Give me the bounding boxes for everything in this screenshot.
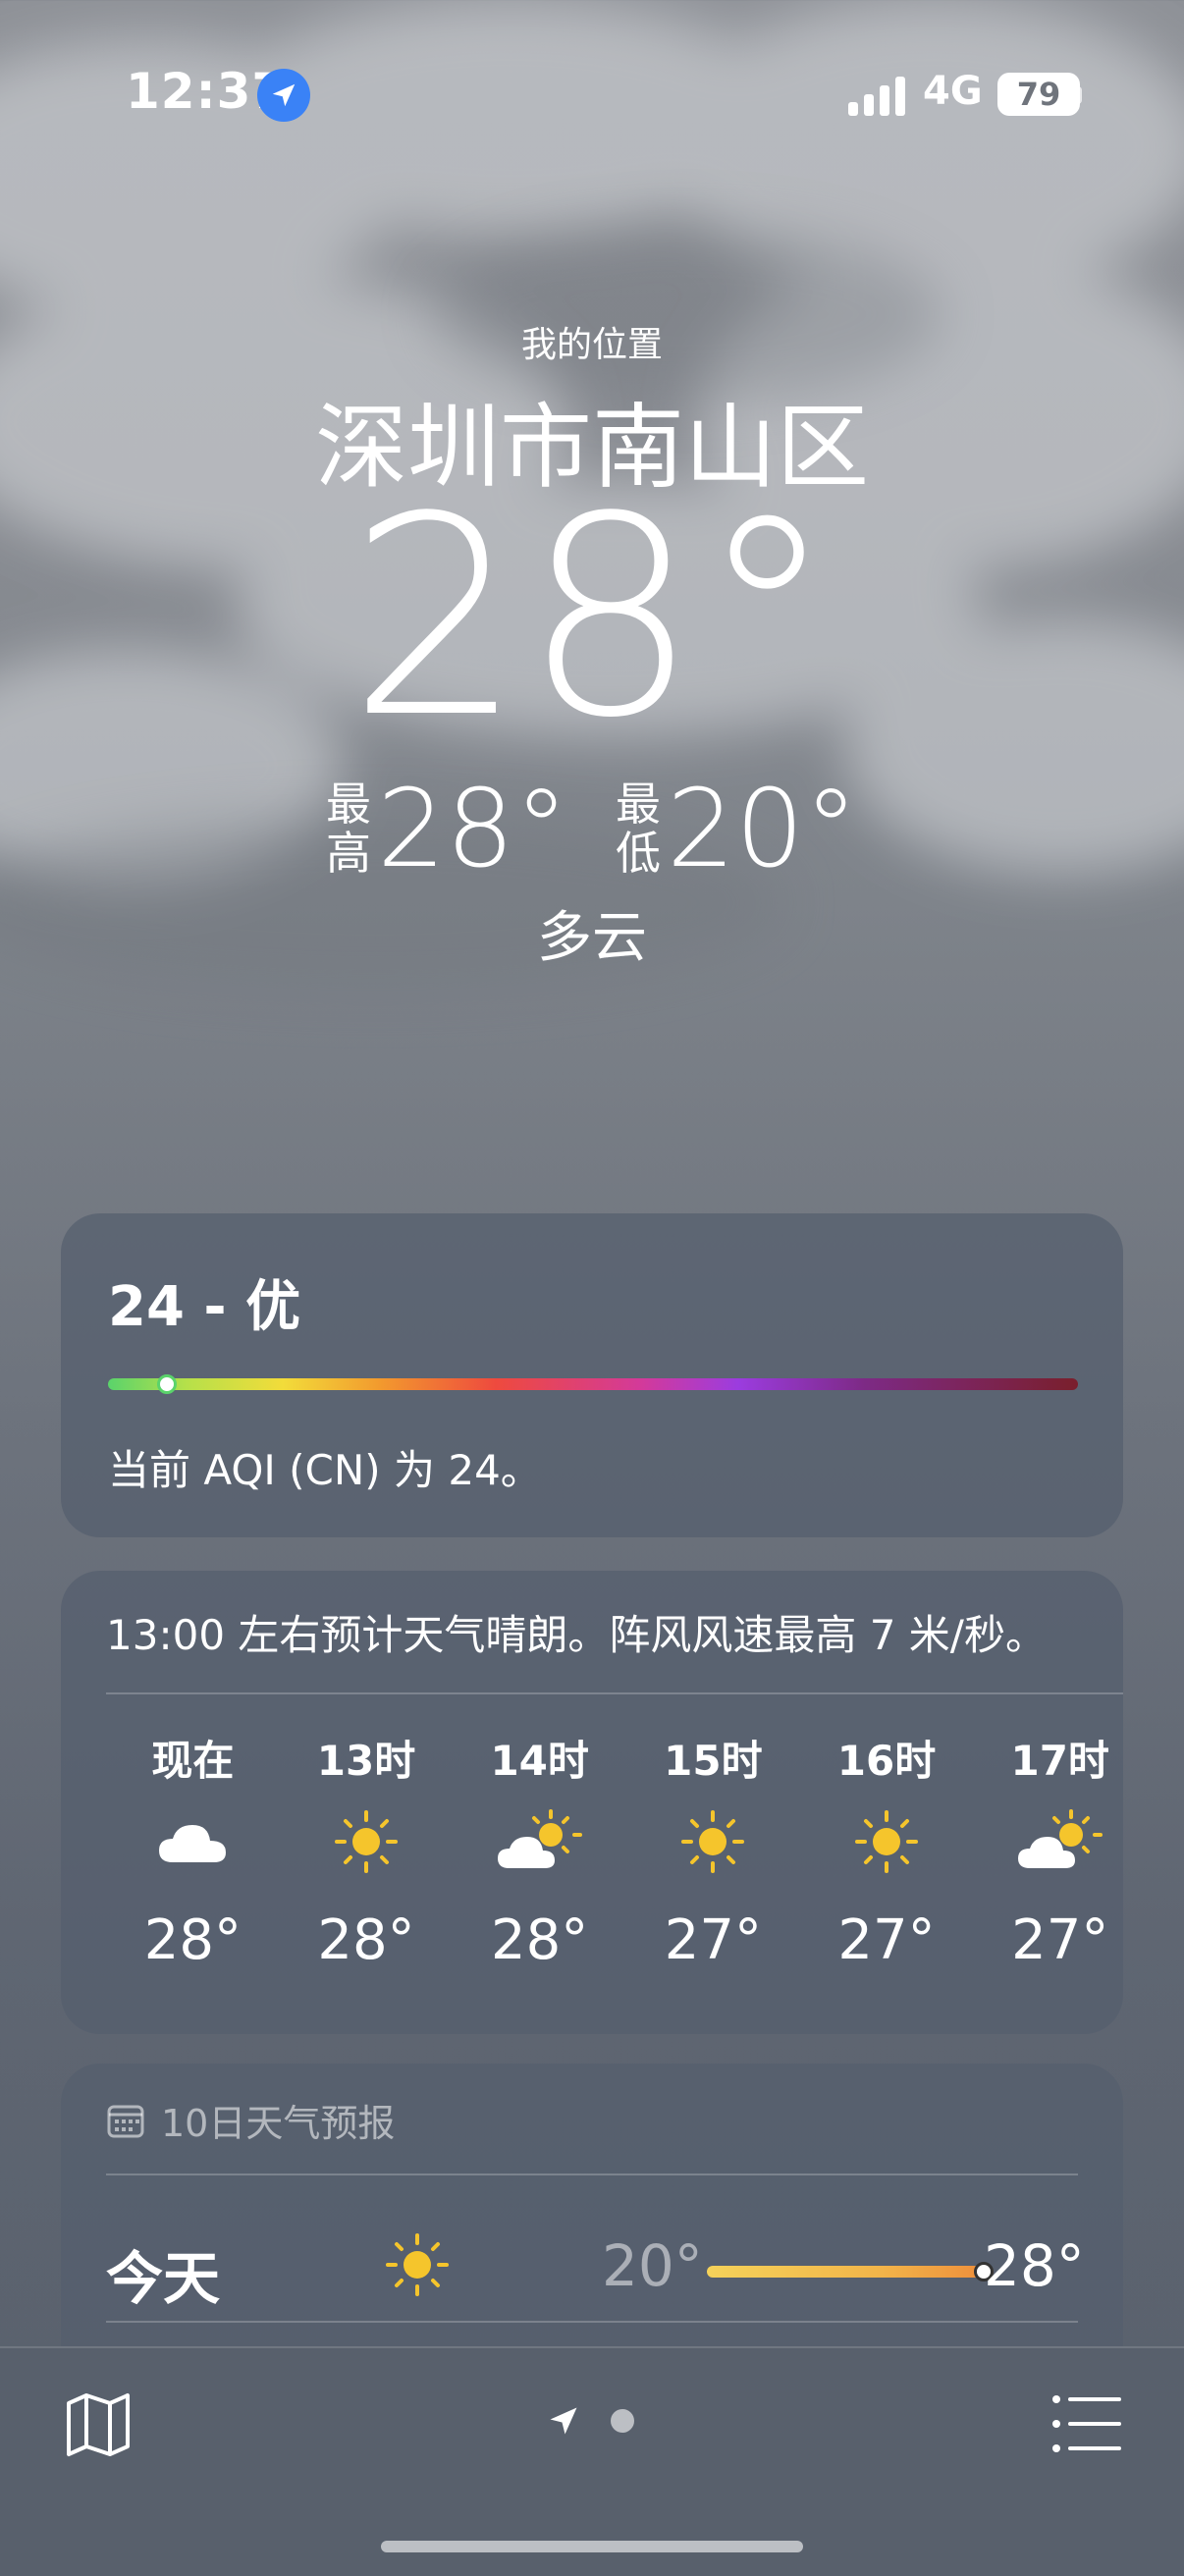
- sun-icon: [678, 1783, 747, 1901]
- hour-temp: 27°: [664, 1908, 762, 1972]
- forecast-temp-range-bar: [707, 2266, 994, 2278]
- battery-icon: 79: [997, 73, 1080, 116]
- aqi-scale-bar: [108, 1378, 1078, 1390]
- hour-item: 14时 28°: [453, 1728, 626, 1972]
- my-location-label: 我的位置: [520, 325, 663, 365]
- calendar-icon: [107, 2105, 144, 2137]
- hour-temp: 28°: [491, 1908, 589, 1972]
- home-indicator[interactable]: [381, 2541, 803, 2552]
- air-quality-card[interactable]: 24 - 优 当前 AQI (CN) 为 24。: [61, 1213, 1123, 1537]
- hour-label: 现在: [151, 1737, 235, 1785]
- hourly-list[interactable]: 现在 28° 13时 28° 14时 28° 15时 27° 16时 27° 1…: [106, 1728, 1123, 1972]
- hour-temp: 28°: [317, 1908, 415, 1972]
- hour-item: 15时 27°: [626, 1728, 800, 1972]
- cellular-signal-icon: [848, 77, 905, 116]
- hour-item: 13时 28°: [280, 1728, 454, 1972]
- low-temperature: 20°: [667, 766, 858, 891]
- network-type: 4G: [923, 69, 983, 114]
- high-label: 最 高: [326, 779, 371, 878]
- hourly-forecast-card[interactable]: 13:00 左右预计天气晴朗。阵风风速最高 7 米/秒。 现在 28° 13时 …: [61, 1571, 1123, 2034]
- sun-icon: [332, 1783, 401, 1901]
- hour-label: 17时: [1010, 1737, 1109, 1785]
- hour-label: 16时: [836, 1737, 937, 1785]
- weather-condition: 多云: [537, 906, 647, 970]
- bottom-toolbar: [0, 2346, 1184, 2576]
- high-temperature: 28°: [377, 766, 568, 891]
- high-label-top: 最: [326, 778, 372, 831]
- map-icon[interactable]: [63, 2389, 134, 2460]
- high-low-temps: 最 高 28° 最 低 20°: [0, 766, 1184, 891]
- hourly-summary: 13:00 左右预计天气晴朗。阵风风速最高 7 米/秒。: [106, 1611, 1047, 1659]
- partly-sunny-icon: [1016, 1783, 1104, 1901]
- sun-icon: [383, 2230, 452, 2303]
- list-icon[interactable]: [1050, 2391, 1123, 2456]
- hourly-divider: [106, 1692, 1123, 1694]
- hour-temp: 28°: [143, 1908, 242, 1972]
- page-dot: [611, 2409, 634, 2433]
- status-bar: 12:37 4G 79: [0, 0, 1184, 196]
- low-label-bottom: 低: [616, 827, 661, 880]
- hour-item: 16时 27°: [800, 1728, 974, 1972]
- hour-temp: 27°: [1011, 1908, 1109, 1972]
- forecast-row-divider: [106, 2321, 1078, 2323]
- low-label-top: 最: [616, 778, 661, 831]
- battery-tip: [1074, 86, 1082, 104]
- aqi-title: 24 - 优: [108, 1275, 301, 1339]
- aqi-description: 当前 AQI (CN) 为 24。: [108, 1446, 542, 1494]
- ten-day-title: 10日天气预报: [161, 2102, 396, 2145]
- cloud-icon: [155, 1783, 230, 1901]
- ten-day-divider: [106, 2174, 1078, 2175]
- hour-label: 14时: [490, 1737, 589, 1785]
- location-arrow-icon: [550, 2407, 577, 2435]
- battery-level: 79: [1016, 76, 1061, 113]
- hour-label: 15时: [664, 1737, 763, 1785]
- hour-label: 13时: [316, 1737, 416, 1785]
- hour-item: 17时 27°: [973, 1728, 1123, 1972]
- aqi-indicator: [157, 1374, 177, 1394]
- partly-sunny-icon: [496, 1783, 584, 1901]
- forecast-high: 28°: [984, 2232, 1085, 2299]
- hour-item: 现在 28°: [106, 1728, 280, 1972]
- forecast-low: 20°: [602, 2232, 703, 2299]
- forecast-day: 今天: [106, 2245, 221, 2312]
- high-label-bottom: 高: [326, 827, 372, 880]
- forecast-row-today[interactable]: 今天 20° 28°: [106, 2211, 1085, 2329]
- location-services-icon: [257, 69, 310, 122]
- sun-icon: [852, 1783, 921, 1901]
- low-label: 最 低: [616, 779, 661, 878]
- current-temperature: 28°: [348, 458, 836, 778]
- page-indicator[interactable]: [546, 2403, 634, 2439]
- hour-temp: 27°: [837, 1908, 936, 1972]
- ten-day-header: 10日天气预报: [106, 2093, 395, 2147]
